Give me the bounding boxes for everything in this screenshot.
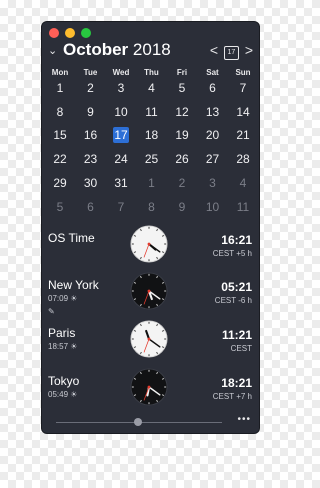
calendar-day[interactable]: 1 <box>45 80 75 96</box>
clock-time: 11:21 <box>221 328 252 342</box>
calendar-day[interactable]: 26 <box>167 151 197 167</box>
calendar-day[interactable]: 31 <box>106 175 136 191</box>
clock-hub <box>147 289 151 293</box>
next-month-button[interactable]: > <box>245 42 253 58</box>
today-icon[interactable]: 17 <box>223 46 239 60</box>
calendar-day[interactable]: 16 <box>76 127 106 143</box>
close-button[interactable] <box>49 28 59 38</box>
city-name: OS Time <box>48 231 95 245</box>
calendar-header: ⌄ October 2018 < 17 > <box>47 40 255 62</box>
calendar-day[interactable]: 10 <box>106 104 136 120</box>
calendar-day[interactable]: 29 <box>45 175 75 191</box>
calendar-day[interactable]: 11 <box>137 104 167 120</box>
today-highlight: 17 <box>113 127 129 144</box>
weekday-label: Sat <box>206 68 219 77</box>
calendar-day[interactable]: 9 <box>167 199 197 215</box>
calendar-day[interactable]: 4 <box>137 80 167 96</box>
calendar-day[interactable]: 18 <box>137 127 167 143</box>
weekday-label: Tue <box>83 68 98 77</box>
calendar-day[interactable]: 13 <box>198 104 228 120</box>
city-name: Paris <box>48 326 76 340</box>
calendar-day[interactable]: 7 <box>228 80 258 96</box>
timezone-offset: CEST <box>230 344 252 353</box>
clock-hub <box>147 337 151 341</box>
analog-clock <box>130 368 168 406</box>
weekday-label: Thu <box>144 68 159 77</box>
calendar-window: ⌄ October 2018 < 17 > Mon Tue Wed Thu Fri Sat… <box>42 22 259 433</box>
calendar-day[interactable]: 24 <box>106 151 136 167</box>
weekday-header: Mon Tue Wed Thu Fri Sat Sun <box>42 68 259 80</box>
clock-time: 05:21 <box>221 280 252 294</box>
weekday-label: Sun <box>235 68 251 77</box>
calendar-day[interactable]: 2 <box>167 175 197 191</box>
time-slider-knob[interactable] <box>134 418 142 426</box>
calendar-day[interactable]: 28 <box>228 151 258 167</box>
sunrise-time: 07:09 ☀ <box>48 294 78 303</box>
sunrise-time: 05:49 ☀ <box>48 390 78 399</box>
calendar-day[interactable]: 5 <box>167 80 197 96</box>
calendar-day[interactable]: 20 <box>198 127 228 143</box>
clock-hub <box>147 385 151 389</box>
timezone-offset: CEST -6 h <box>214 296 252 305</box>
calendar-day[interactable]: 8 <box>137 199 167 215</box>
clock-hub <box>147 242 151 246</box>
sunrise-time: 18:57 ☀ <box>48 342 78 351</box>
calendar-day[interactable]: 12 <box>167 104 197 120</box>
weekday-label: Mon <box>51 68 69 77</box>
city-name: New York <box>48 278 99 292</box>
calendar-day[interactable]: 3 <box>106 80 136 96</box>
calendar-day[interactable]: 22 <box>45 151 75 167</box>
calendar-day[interactable]: 27 <box>198 151 228 167</box>
calendar-day[interactable]: 5 <box>45 199 75 215</box>
timezone-offset: CEST +5 h <box>212 249 252 258</box>
calendar-day[interactable]: 8 <box>45 104 75 120</box>
calendar-day[interactable]: 19 <box>167 127 197 143</box>
city-name: Tokyo <box>48 374 80 388</box>
weekday-label: Fri <box>176 68 188 77</box>
calendar-day[interactable]: 6 <box>198 80 228 96</box>
calendar-day[interactable]: 17 <box>106 127 136 144</box>
maximize-button[interactable] <box>81 28 91 38</box>
more-options-icon[interactable]: ••• <box>237 414 251 425</box>
previous-month-button[interactable]: < <box>210 42 218 58</box>
timezone-offset: CEST +7 h <box>212 392 252 401</box>
calendar-day[interactable]: 9 <box>76 104 106 120</box>
clock-time: 16:21 <box>221 233 252 247</box>
clock-time: 18:21 <box>221 376 252 390</box>
calendar-day[interactable]: 2 <box>76 80 106 96</box>
minimize-button[interactable] <box>65 28 75 38</box>
month-title[interactable]: October 2018 <box>63 40 171 60</box>
calendar-day[interactable]: 11 <box>228 199 258 215</box>
calendar-day[interactable]: 1 <box>137 175 167 191</box>
calendar-day[interactable]: 23 <box>76 151 106 167</box>
calendar-day[interactable]: 21 <box>228 127 258 143</box>
calendar-day[interactable]: 30 <box>76 175 106 191</box>
calendar-day[interactable]: 6 <box>76 199 106 215</box>
chevron-down-icon[interactable]: ⌄ <box>48 44 57 57</box>
edit-pencil-icon[interactable]: ✎ <box>48 307 55 316</box>
analog-clock <box>130 272 168 310</box>
calendar-day[interactable]: 4 <box>228 175 258 191</box>
weekday-label: Wed <box>112 68 130 77</box>
calendar-day[interactable]: 14 <box>228 104 258 120</box>
calendar-day[interactable]: 7 <box>106 199 136 215</box>
analog-clock <box>130 225 168 263</box>
calendar-day[interactable]: 15 <box>45 127 75 143</box>
month-navigation: < 17 > <box>210 42 253 60</box>
calendar-day[interactable]: 3 <box>198 175 228 191</box>
analog-clock <box>130 320 168 358</box>
calendar-day[interactable]: 10 <box>198 199 228 215</box>
calendar-day[interactable]: 25 <box>137 151 167 167</box>
